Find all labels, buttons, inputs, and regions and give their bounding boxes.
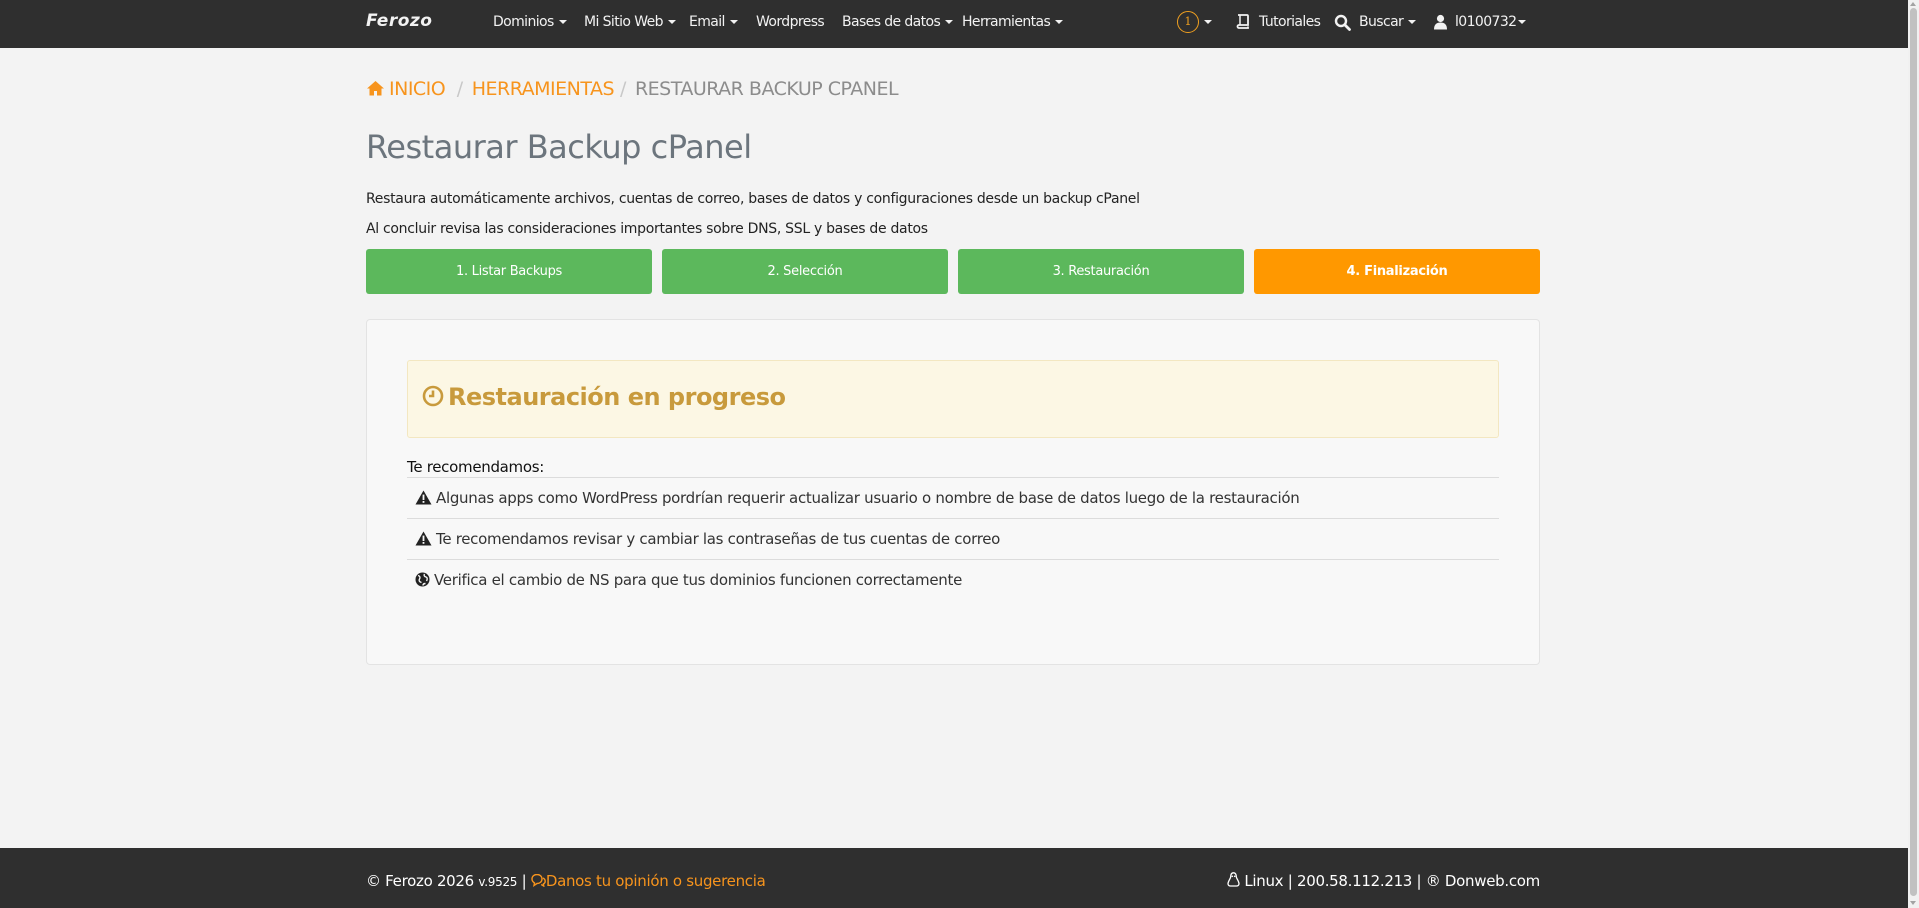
scrollbar-thumb[interactable] xyxy=(1910,8,1917,896)
search-icon xyxy=(1334,14,1351,35)
navbar-inner: Ferozo Dominios Mi Sitio Web Email Wordp… xyxy=(366,0,1540,48)
globe-icon xyxy=(415,572,430,587)
menu-herramientas-label: Herramientas xyxy=(962,14,1051,30)
breadcrumb-home[interactable]: INICIO xyxy=(366,78,451,100)
footer-copyright: © Ferozo 2026 xyxy=(366,872,474,890)
footer-separator: | xyxy=(1287,872,1293,890)
page-description: Restaura automáticamente archivos, cuent… xyxy=(366,191,1140,207)
chevron-down-icon xyxy=(1518,20,1527,24)
notifications-badge[interactable]: 1 xyxy=(1177,11,1199,33)
step-listar-backups[interactable]: 1. Listar Backups xyxy=(366,249,652,294)
breadcrumb-separator: / xyxy=(456,78,463,100)
footer-version: v.9525 xyxy=(478,875,518,889)
recommendation-text: Te recomendamos revisar y cambiar las co… xyxy=(436,530,1001,548)
breadcrumb-home-label: INICIO xyxy=(389,78,446,100)
step-finalizacion[interactable]: 4. Finalización xyxy=(1254,249,1540,294)
footer-right: Linux | 200.58.112.213 | ® Donweb.com xyxy=(1227,872,1540,890)
recommendations-list: Algunas apps como WordPress pordrían req… xyxy=(407,477,1499,600)
progress-alert: Restauración en progreso xyxy=(407,360,1499,438)
chevron-down-icon xyxy=(667,20,676,24)
footer: © Ferozo 2026 v.9525 | Danos tu opinión … xyxy=(0,848,1908,908)
linux-icon xyxy=(1227,872,1240,887)
footer-os: Linux xyxy=(1244,872,1284,890)
chevron-down-icon xyxy=(945,20,954,24)
menu-herramientas[interactable]: Herramientas xyxy=(962,14,1064,30)
menu-mi-sitio-web[interactable]: Mi Sitio Web xyxy=(584,14,676,30)
top-navbar: Ferozo Dominios Mi Sitio Web Email Wordp… xyxy=(0,0,1908,48)
menu-wordpress-label: Wordpress xyxy=(756,14,825,30)
menu-dominios-label: Dominios xyxy=(493,14,554,30)
recommendation-text: Algunas apps como WordPress pordrían req… xyxy=(436,489,1300,507)
chevron-down-icon xyxy=(1055,20,1064,24)
brand-logo[interactable]: Ferozo xyxy=(366,11,432,31)
footer-ip: 200.58.112.213 xyxy=(1296,872,1413,890)
page-description-dns: Al concluir revisa las consideraciones i… xyxy=(366,221,928,237)
recommendations-title: Te recomendamos: xyxy=(407,458,545,476)
page-title: Restaurar Backup cPanel xyxy=(366,128,752,166)
menu-wordpress[interactable]: Wordpress xyxy=(756,14,825,30)
step-restauracion[interactable]: 3. Restauración xyxy=(958,249,1244,294)
footer-left: © Ferozo 2026 v.9525 | Danos tu opinión … xyxy=(366,872,766,890)
feedback-link-label: Danos tu opinión o sugerencia xyxy=(545,872,766,890)
feedback-link[interactable]: Danos tu opinión o sugerencia xyxy=(531,872,766,890)
scroll-down-arrow-icon[interactable] xyxy=(1910,901,1916,905)
chevron-down-icon xyxy=(558,20,567,24)
footer-separator: | xyxy=(521,872,527,890)
list-item: Verifica el cambio de NS para que tus do… xyxy=(407,559,1499,600)
home-icon xyxy=(367,81,384,96)
warning-icon xyxy=(415,490,432,505)
menu-dominios[interactable]: Dominios xyxy=(493,14,567,30)
breadcrumb: INICIO / HERRAMIENTAS / RESTAURAR BACKUP CP… xyxy=(366,78,899,100)
user-icon xyxy=(1433,14,1448,34)
footer-provider: ® Donweb.com xyxy=(1425,872,1541,890)
search-menu[interactable]: Buscar xyxy=(1359,14,1417,30)
warning-icon xyxy=(415,531,432,546)
progress-status-label: Restauración en progreso xyxy=(448,383,786,411)
progress-status: Restauración en progreso xyxy=(422,383,786,411)
user-menu-label: l0100732 xyxy=(1455,14,1517,30)
breadcrumb-separator: / xyxy=(620,78,626,100)
comments-icon xyxy=(531,873,546,888)
chevron-down-icon xyxy=(729,20,738,24)
tutoriales-link[interactable]: Tutoriales xyxy=(1259,14,1321,30)
menu-bases-de-datos[interactable]: Bases de datos xyxy=(842,14,954,30)
clock-icon xyxy=(422,385,444,407)
menu-email[interactable]: Email xyxy=(689,14,738,30)
list-item: Te recomendamos revisar y cambiar las co… xyxy=(407,518,1499,559)
book-icon xyxy=(1235,13,1251,33)
breadcrumb-tools[interactable]: HERRAMIENTAS xyxy=(472,78,615,100)
recommendation-text: Verifica el cambio de NS para que tus do… xyxy=(434,571,963,589)
status-panel: Restauración en progreso Te recomendamos… xyxy=(366,319,1540,665)
search-menu-label: Buscar xyxy=(1359,14,1404,30)
menu-bases-de-datos-label: Bases de datos xyxy=(842,14,941,30)
step-seleccion[interactable]: 2. Selección xyxy=(662,249,948,294)
page-scrollbar[interactable] xyxy=(1908,0,1919,908)
footer-separator: | xyxy=(1416,872,1422,890)
menu-email-label: Email xyxy=(689,14,725,30)
wizard-steps: 1. Listar Backups 2. Selección 3. Restau… xyxy=(366,249,1540,294)
list-item: Algunas apps como WordPress pordrían req… xyxy=(407,477,1499,518)
scroll-up-arrow-icon[interactable] xyxy=(1910,2,1916,6)
chevron-down-icon xyxy=(1408,20,1417,24)
chevron-down-icon[interactable] xyxy=(1204,20,1212,24)
breadcrumb-current: RESTAURAR BACKUP CPANEL xyxy=(634,78,899,100)
user-menu[interactable]: l0100732 xyxy=(1455,14,1527,30)
menu-mi-sitio-web-label: Mi Sitio Web xyxy=(584,14,664,30)
